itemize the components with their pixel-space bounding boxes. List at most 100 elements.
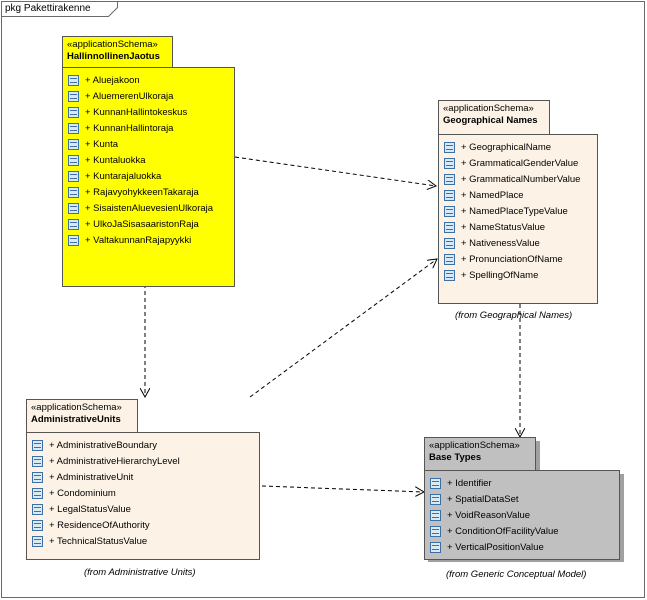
class-icon — [68, 90, 79, 102]
package-tab[interactable]: «applicationSchema» Geographical Names — [438, 100, 550, 135]
list-item[interactable]: + Kuntarajaluokka — [63, 168, 234, 184]
item-label: + Kunta — [85, 138, 119, 150]
list-item[interactable]: + GeographicalName — [439, 139, 597, 155]
list-item[interactable]: + AdministrativeBoundary — [27, 437, 259, 453]
item-label: + RajavyohykkeenTakaraja — [85, 186, 199, 198]
list-item[interactable]: + SpellingOfName — [439, 267, 597, 283]
package-caption-administrative: (from Administrative Units) — [84, 567, 196, 578]
list-item[interactable]: + VerticalPositionValue — [425, 539, 619, 555]
class-icon — [444, 253, 455, 265]
list-item[interactable]: + KunnanHallintokeskus — [63, 104, 234, 120]
list-item[interactable]: + GrammaticalNumberValue — [439, 171, 597, 187]
item-label: + NamedPlaceTypeValue — [461, 205, 568, 217]
class-icon — [444, 157, 455, 169]
list-item[interactable]: + SpatialDataSet — [425, 491, 619, 507]
package-caption-geographical: (from Geographical Names) — [455, 310, 573, 321]
class-icon — [444, 221, 455, 233]
package-stereotype: «applicationSchema» — [443, 103, 534, 114]
list-item[interactable]: + LegalStatusValue — [27, 501, 259, 517]
list-item[interactable]: + ConditionOfFacilityValue — [425, 523, 619, 539]
list-item[interactable]: + NamedPlaceTypeValue — [439, 203, 597, 219]
class-icon — [68, 186, 79, 198]
list-item[interactable]: + Identifier — [425, 475, 619, 491]
item-label: + KunnanHallintoraja — [85, 122, 174, 134]
list-item[interactable]: + Aluejakoon — [63, 72, 234, 88]
package-name: HallinnollinenJaotus — [67, 51, 160, 62]
class-icon — [32, 519, 43, 531]
item-label: + Kuntaluokka — [85, 154, 146, 166]
class-icon — [430, 525, 441, 537]
item-label: + GeographicalName — [461, 141, 552, 153]
list-item[interactable]: + TechnicalStatusValue — [27, 533, 259, 549]
list-item[interactable]: + NameStatusValue — [439, 219, 597, 235]
item-label: + AdministrativeHierarchyLevel — [49, 455, 180, 467]
list-item[interactable]: + NamedPlace — [439, 187, 597, 203]
package-tab[interactable]: «applicationSchema» Base Types — [424, 437, 536, 471]
link-hallinnollinen-to-geographical — [234, 156, 436, 186]
class-icon — [430, 477, 441, 489]
package-geographical-names[interactable]: «applicationSchema» Geographical Names +… — [438, 100, 600, 305]
package-stereotype: «applicationSchema» — [31, 402, 122, 413]
class-icon — [32, 535, 43, 547]
class-icon — [68, 154, 79, 166]
class-icon — [68, 234, 79, 246]
item-label: + Kuntarajaluokka — [85, 170, 162, 182]
list-item[interactable]: + UlkoJaSisasaaristonRaja — [63, 216, 234, 232]
item-label: + SpellingOfName — [461, 269, 539, 281]
list-item[interactable]: + ResidenceOfAuthority — [27, 517, 259, 533]
package-caption-basetypes: (from Generic Conceptual Model) — [446, 569, 587, 580]
package-base-types[interactable]: «applicationSchema» Base Types + Identif… — [424, 437, 624, 565]
package-name: Geographical Names — [443, 115, 538, 126]
class-icon — [444, 173, 455, 185]
class-icon — [32, 503, 43, 515]
list-item[interactable]: + Condominium — [27, 485, 259, 501]
package-stereotype: «applicationSchema» — [67, 39, 158, 50]
list-item[interactable]: + PronunciationOfName — [439, 251, 597, 267]
class-icon — [444, 205, 455, 217]
item-label: + ResidenceOfAuthority — [49, 519, 150, 531]
item-label: + AdministrativeUnit — [49, 471, 134, 483]
list-item[interactable]: + AdministrativeUnit — [27, 469, 259, 485]
class-icon — [68, 170, 79, 182]
item-label: + ValtakunnanRajapyykki — [85, 234, 192, 246]
item-label: + GrammaticalGenderValue — [461, 157, 579, 169]
item-label: + Condominium — [49, 487, 116, 499]
class-icon — [68, 218, 79, 230]
item-label: + NamedPlace — [461, 189, 524, 201]
item-label: + Aluejakoon — [85, 74, 140, 86]
link-administrative-to-geographical — [249, 259, 437, 398]
list-item[interactable]: + AdministrativeHierarchyLevel — [27, 453, 259, 469]
package-tab[interactable]: «applicationSchema» HallinnollinenJaotus — [62, 36, 173, 68]
item-label: + VoidReasonValue — [447, 509, 531, 521]
list-item[interactable]: + ValtakunnanRajapyykki — [63, 232, 234, 248]
link-administrative-to-basetypes — [261, 485, 424, 492]
class-icon — [68, 138, 79, 150]
class-icon — [68, 122, 79, 134]
item-label: + NativenessValue — [461, 237, 540, 249]
item-label: + SisaistenAluevesienUlkoraja — [85, 202, 214, 214]
list-item[interactable]: + NativenessValue — [439, 235, 597, 251]
class-icon — [430, 509, 441, 521]
class-icon — [32, 439, 43, 451]
list-item[interactable]: + GrammaticalGenderValue — [439, 155, 597, 171]
package-body: + GeographicalName + GrammaticalGenderVa… — [438, 134, 598, 304]
package-tab[interactable]: «applicationSchema» AdministrativeUnits — [26, 399, 138, 433]
list-item[interactable]: + VoidReasonValue — [425, 507, 619, 523]
list-item[interactable]: + AluemerenUlkoraja — [63, 88, 234, 104]
class-icon — [444, 141, 455, 153]
list-item[interactable]: + SisaistenAluevesienUlkoraja — [63, 200, 234, 216]
item-label: + TechnicalStatusValue — [49, 535, 148, 547]
class-icon — [444, 237, 455, 249]
class-icon — [430, 493, 441, 505]
class-icon — [444, 189, 455, 201]
package-administrative-units[interactable]: «applicationSchema» AdministrativeUnits … — [26, 399, 261, 561]
list-item[interactable]: + Kunta — [63, 136, 234, 152]
package-hallinnollinen-jaotus[interactable]: «applicationSchema» HallinnollinenJaotus… — [62, 36, 237, 287]
list-item[interactable]: + KunnanHallintoraja — [63, 120, 234, 136]
item-label: + KunnanHallintokeskus — [85, 106, 188, 118]
class-icon — [68, 106, 79, 118]
list-item[interactable]: + Kuntaluokka — [63, 152, 234, 168]
package-stereotype: «applicationSchema» — [429, 440, 520, 451]
list-item[interactable]: + RajavyohykkeenTakaraja — [63, 184, 234, 200]
item-label: + VerticalPositionValue — [447, 541, 544, 553]
